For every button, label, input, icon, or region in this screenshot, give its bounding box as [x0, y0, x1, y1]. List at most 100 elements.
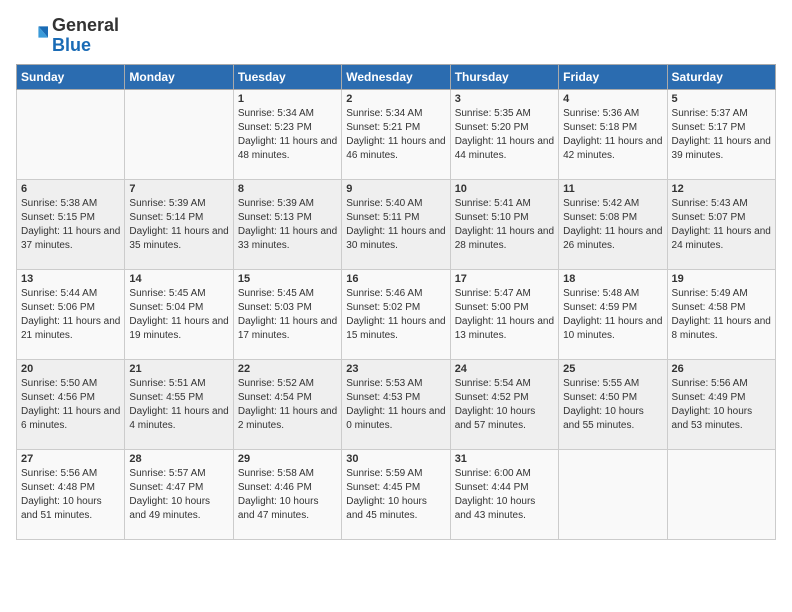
calendar-week-row: 6 Sunrise: 5:38 AM Sunset: 5:15 PM Daylig…: [17, 179, 776, 269]
day-number: 20: [21, 363, 120, 375]
day-number: 18: [563, 273, 662, 285]
day-info: Sunrise: 5:41 AM Sunset: 5:10 PM Dayligh…: [455, 197, 554, 253]
day-number: 25: [563, 363, 662, 375]
calendar-cell: [667, 449, 775, 539]
day-number: 23: [346, 363, 445, 375]
day-of-week-header: Tuesday: [233, 64, 341, 89]
day-info: Sunrise: 5:53 AM Sunset: 4:53 PM Dayligh…: [346, 377, 445, 433]
calendar-cell: 2 Sunrise: 5:34 AM Sunset: 5:21 PM Daylig…: [342, 89, 450, 179]
day-info: Sunrise: 5:51 AM Sunset: 4:55 PM Dayligh…: [129, 377, 228, 433]
day-number: 28: [129, 453, 228, 465]
day-number: 14: [129, 273, 228, 285]
calendar-cell: 8 Sunrise: 5:39 AM Sunset: 5:13 PM Daylig…: [233, 179, 341, 269]
day-of-week-header: Friday: [559, 64, 667, 89]
day-number: 26: [672, 363, 771, 375]
day-info: Sunrise: 5:58 AM Sunset: 4:46 PM Dayligh…: [238, 467, 337, 523]
day-info: Sunrise: 5:38 AM Sunset: 5:15 PM Dayligh…: [21, 197, 120, 253]
day-number: 11: [563, 183, 662, 195]
day-info: Sunrise: 5:49 AM Sunset: 4:58 PM Dayligh…: [672, 287, 771, 343]
day-number: 19: [672, 273, 771, 285]
calendar-week-row: 27 Sunrise: 5:56 AM Sunset: 4:48 PM Dayli…: [17, 449, 776, 539]
day-info: Sunrise: 5:56 AM Sunset: 4:49 PM Dayligh…: [672, 377, 771, 433]
day-info: Sunrise: 5:36 AM Sunset: 5:18 PM Dayligh…: [563, 107, 662, 163]
calendar-cell: 1 Sunrise: 5:34 AM Sunset: 5:23 PM Daylig…: [233, 89, 341, 179]
day-number: 6: [21, 183, 120, 195]
day-info: Sunrise: 5:46 AM Sunset: 5:02 PM Dayligh…: [346, 287, 445, 343]
day-info: Sunrise: 5:50 AM Sunset: 4:56 PM Dayligh…: [21, 377, 120, 433]
calendar-week-row: 20 Sunrise: 5:50 AM Sunset: 4:56 PM Dayli…: [17, 359, 776, 449]
calendar-cell: 30 Sunrise: 5:59 AM Sunset: 4:45 PM Dayli…: [342, 449, 450, 539]
logo-icon: [16, 20, 48, 52]
calendar-cell: 29 Sunrise: 5:58 AM Sunset: 4:46 PM Dayli…: [233, 449, 341, 539]
day-info: Sunrise: 5:39 AM Sunset: 5:13 PM Dayligh…: [238, 197, 337, 253]
calendar-table: SundayMondayTuesdayWednesdayThursdayFrid…: [16, 64, 776, 540]
day-number: 8: [238, 183, 337, 195]
calendar-cell: 12 Sunrise: 5:43 AM Sunset: 5:07 PM Dayli…: [667, 179, 775, 269]
day-number: 15: [238, 273, 337, 285]
day-info: Sunrise: 5:40 AM Sunset: 5:11 PM Dayligh…: [346, 197, 445, 253]
calendar-cell: 5 Sunrise: 5:37 AM Sunset: 5:17 PM Daylig…: [667, 89, 775, 179]
day-number: 7: [129, 183, 228, 195]
day-info: Sunrise: 5:59 AM Sunset: 4:45 PM Dayligh…: [346, 467, 445, 523]
calendar-cell: 4 Sunrise: 5:36 AM Sunset: 5:18 PM Daylig…: [559, 89, 667, 179]
day-info: Sunrise: 5:42 AM Sunset: 5:08 PM Dayligh…: [563, 197, 662, 253]
day-info: Sunrise: 5:34 AM Sunset: 5:23 PM Dayligh…: [238, 107, 337, 163]
day-number: 5: [672, 93, 771, 105]
logo-text: General Blue: [52, 16, 119, 56]
calendar-cell: 13 Sunrise: 5:44 AM Sunset: 5:06 PM Dayli…: [17, 269, 125, 359]
day-of-week-header: Saturday: [667, 64, 775, 89]
day-number: 22: [238, 363, 337, 375]
day-number: 9: [346, 183, 445, 195]
calendar-cell: 10 Sunrise: 5:41 AM Sunset: 5:10 PM Dayli…: [450, 179, 558, 269]
day-info: Sunrise: 5:34 AM Sunset: 5:21 PM Dayligh…: [346, 107, 445, 163]
day-number: 16: [346, 273, 445, 285]
day-number: 1: [238, 93, 337, 105]
day-of-week-header: Sunday: [17, 64, 125, 89]
day-number: 17: [455, 273, 554, 285]
calendar-header: SundayMondayTuesdayWednesdayThursdayFrid…: [17, 64, 776, 89]
calendar-week-row: 1 Sunrise: 5:34 AM Sunset: 5:23 PM Daylig…: [17, 89, 776, 179]
day-info: Sunrise: 5:48 AM Sunset: 4:59 PM Dayligh…: [563, 287, 662, 343]
day-of-week-header: Wednesday: [342, 64, 450, 89]
day-number: 4: [563, 93, 662, 105]
day-of-week-header: Monday: [125, 64, 233, 89]
day-number: 31: [455, 453, 554, 465]
day-number: 27: [21, 453, 120, 465]
calendar-cell: 22Sunrise: 5:52 AM Sunset: 4:54 PM Dayli…: [233, 359, 341, 449]
calendar-cell: [17, 89, 125, 179]
day-number: 30: [346, 453, 445, 465]
calendar-cell: 18 Sunrise: 5:48 AM Sunset: 4:59 PM Dayli…: [559, 269, 667, 359]
day-info: Sunrise: 5:54 AM Sunset: 4:52 PM Dayligh…: [455, 377, 554, 433]
day-info: Sunrise: 5:57 AM Sunset: 4:47 PM Dayligh…: [129, 467, 228, 523]
calendar-cell: 9 Sunrise: 5:40 AM Sunset: 5:11 PM Daylig…: [342, 179, 450, 269]
calendar-cell: 26 Sunrise: 5:56 AM Sunset: 4:49 PM Dayli…: [667, 359, 775, 449]
calendar-cell: 25 Sunrise: 5:55 AM Sunset: 4:50 PM Dayli…: [559, 359, 667, 449]
day-number: 21: [129, 363, 228, 375]
calendar-cell: 23 Sunrise: 5:53 AM Sunset: 4:53 PM Dayli…: [342, 359, 450, 449]
day-info: Sunrise: 5:44 AM Sunset: 5:06 PM Dayligh…: [21, 287, 120, 343]
calendar-cell: 28 Sunrise: 5:57 AM Sunset: 4:47 PM Dayli…: [125, 449, 233, 539]
day-info: Sunrise: 6:00 AM Sunset: 4:44 PM Dayligh…: [455, 467, 554, 523]
day-number: 13: [21, 273, 120, 285]
calendar-cell: 19 Sunrise: 5:49 AM Sunset: 4:58 PM Dayli…: [667, 269, 775, 359]
calendar-cell: 31 Sunrise: 6:00 AM Sunset: 4:44 PM Dayli…: [450, 449, 558, 539]
day-number: 2: [346, 93, 445, 105]
day-info: Sunrise: 5:56 AM Sunset: 4:48 PM Dayligh…: [21, 467, 120, 523]
calendar-cell: 3Sunrise: 5:35 AM Sunset: 5:20 PM Daylig…: [450, 89, 558, 179]
day-number: 29: [238, 453, 337, 465]
calendar-cell: 17Sunrise: 5:47 AM Sunset: 5:00 PM Dayli…: [450, 269, 558, 359]
calendar-cell: 16 Sunrise: 5:46 AM Sunset: 5:02 PM Dayli…: [342, 269, 450, 359]
calendar-cell: 14Sunrise: 5:45 AM Sunset: 5:04 PM Dayli…: [125, 269, 233, 359]
day-info: Sunrise: 5:43 AM Sunset: 5:07 PM Dayligh…: [672, 197, 771, 253]
header-row: SundayMondayTuesdayWednesdayThursdayFrid…: [17, 64, 776, 89]
calendar-cell: [559, 449, 667, 539]
day-info: Sunrise: 5:45 AM Sunset: 5:03 PM Dayligh…: [238, 287, 337, 343]
day-info: Sunrise: 5:37 AM Sunset: 5:17 PM Dayligh…: [672, 107, 771, 163]
calendar-cell: 6 Sunrise: 5:38 AM Sunset: 5:15 PM Daylig…: [17, 179, 125, 269]
day-number: 24: [455, 363, 554, 375]
day-number: 12: [672, 183, 771, 195]
calendar-body: 1 Sunrise: 5:34 AM Sunset: 5:23 PM Daylig…: [17, 89, 776, 539]
calendar-cell: 24 Sunrise: 5:54 AM Sunset: 4:52 PM Dayli…: [450, 359, 558, 449]
day-info: Sunrise: 5:55 AM Sunset: 4:50 PM Dayligh…: [563, 377, 662, 433]
day-number: 10: [455, 183, 554, 195]
